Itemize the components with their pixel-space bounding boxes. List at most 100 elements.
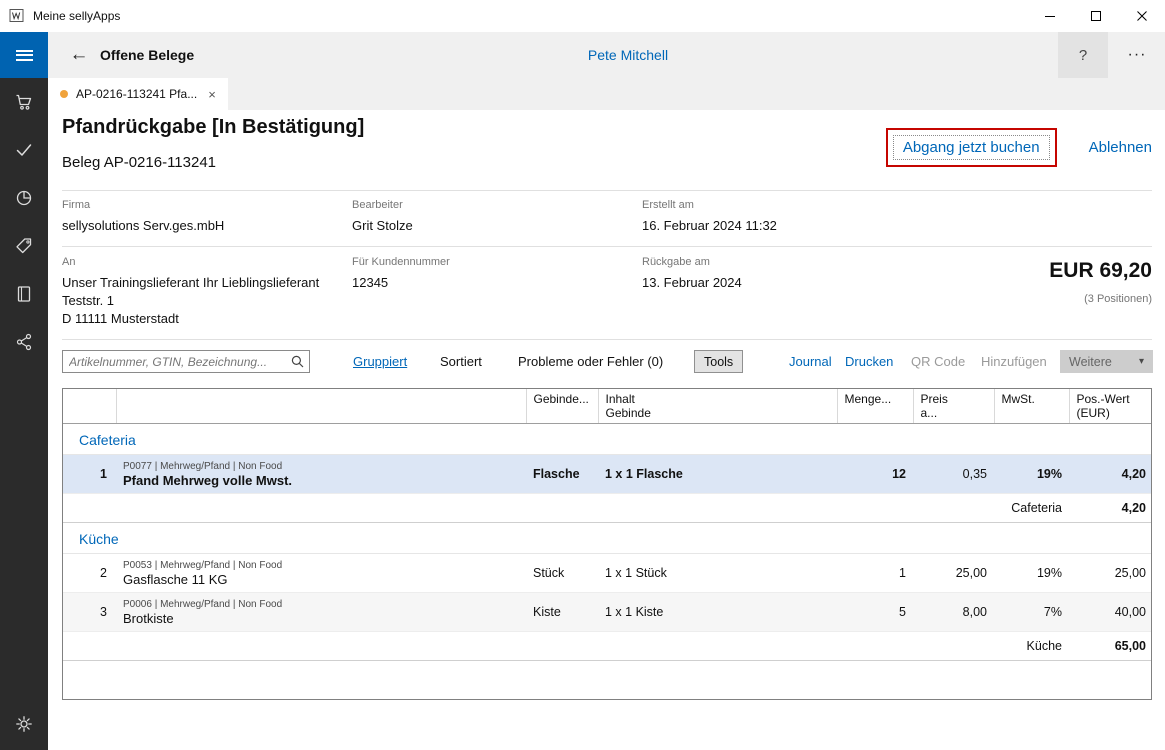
erstellt-label: Erstellt am: [642, 199, 694, 211]
gebinde-cell: Kiste: [526, 593, 598, 632]
divider: [62, 190, 1152, 191]
maximize-icon: [1091, 11, 1101, 21]
firma-value: sellysolutions Serv.ges.mbH: [62, 218, 224, 233]
divider: [62, 339, 1152, 340]
journal-link[interactable]: Journal: [789, 350, 832, 373]
kundennummer-value: 12345: [352, 275, 388, 290]
article-cell: P0053 | Mehrweg/Pfand | Non Food Gasflas…: [116, 554, 526, 593]
preis-cell: 0,35: [913, 455, 994, 494]
book-disposal-link[interactable]: Abgang jetzt buchen: [893, 135, 1050, 160]
sidebar-item-reports[interactable]: [0, 174, 48, 222]
gruppiert-link[interactable]: Gruppiert: [353, 350, 407, 373]
subtotal-row-kueche: Küche 65,00: [63, 632, 1152, 661]
positions-table: Gebinde... InhaltGebinde Menge... Preisa…: [62, 388, 1152, 700]
sidebar-item-journal[interactable]: [0, 270, 48, 318]
tab-label: AP-0216-113241 Pfa...: [76, 87, 197, 101]
unsaved-dot-icon: [60, 90, 68, 98]
bearbeiter-value: Grit Stolze: [352, 218, 413, 233]
probleme-link[interactable]: Probleme oder Fehler (0): [518, 350, 663, 373]
reject-link[interactable]: Ablehnen: [1089, 139, 1152, 156]
sidebar-item-tasks[interactable]: [0, 126, 48, 174]
drucken-link[interactable]: Drucken: [845, 350, 893, 373]
article-meta: P0077 | Mehrweg/Pfand | Non Food: [123, 461, 519, 472]
tab-document[interactable]: AP-0216-113241 Pfa... ×: [48, 78, 228, 110]
bearbeiter-label: Bearbeiter: [352, 199, 403, 211]
minimize-icon: [1045, 16, 1055, 17]
address-line: D 11111 Musterstadt: [62, 310, 319, 328]
article-name: Brotkiste: [123, 611, 519, 626]
app-header: ← Offene Belege Pete Mitchell ? ···: [48, 32, 1165, 78]
wert-cell: 40,00: [1069, 593, 1152, 632]
inhalt-cell: 1 x 1 Kiste: [598, 593, 837, 632]
subtotal-label: Cafeteria: [994, 494, 1069, 523]
row-number-cell: 2: [63, 554, 116, 593]
col-mwst[interactable]: MwSt.: [994, 389, 1069, 424]
kundennummer-label: Für Kundennummer: [352, 256, 450, 268]
hamburger-icon: [16, 50, 33, 61]
group-header-cafeteria[interactable]: Cafeteria: [63, 424, 1152, 455]
search-icon[interactable]: [285, 355, 309, 368]
mwst-cell: 19%: [994, 455, 1069, 494]
group-header-kueche[interactable]: Küche: [63, 523, 1152, 554]
mwst-cell: 7%: [994, 593, 1069, 632]
sidebar-item-settings[interactable]: [0, 700, 48, 748]
titlebar: Meine sellyApps: [0, 0, 1165, 32]
maximize-button[interactable]: [1073, 0, 1119, 32]
rueckgabe-label: Rückgabe am: [642, 256, 710, 268]
article-name: Gasflasche 11 KG: [123, 572, 519, 587]
more-button[interactable]: ···: [1111, 32, 1163, 78]
tools-button[interactable]: Tools: [694, 350, 743, 373]
col-preis[interactable]: Preisa...: [913, 389, 994, 424]
sidebar-item-articles[interactable]: [0, 222, 48, 270]
share-icon: [14, 332, 34, 352]
firma-label: Firma: [62, 199, 90, 211]
cart-icon: [14, 92, 34, 112]
tag-icon: [14, 236, 34, 256]
rueckgabe-value: 13. Februar 2024: [642, 275, 742, 290]
col-wert[interactable]: Pos.-Wert(EUR): [1069, 389, 1152, 424]
col-inhalt[interactable]: InhaltGebinde: [598, 389, 837, 424]
preis-cell: 25,00: [913, 554, 994, 593]
menu-button[interactable]: [0, 32, 48, 78]
divider: [62, 246, 1152, 247]
table-row-1[interactable]: 1 P0077 | Mehrweg/Pfand | Non Food Pfand…: [63, 455, 1152, 494]
article-cell: P0077 | Mehrweg/Pfand | Non Food Pfand M…: [116, 455, 526, 494]
minimize-button[interactable]: [1027, 0, 1073, 32]
highlight-box: Abgang jetzt buchen: [886, 128, 1057, 167]
article-search: [62, 350, 310, 373]
sidebar-item-share[interactable]: [0, 318, 48, 366]
article-cell: P0006 | Mehrweg/Pfand | Non Food Brotkis…: [116, 593, 526, 632]
help-button[interactable]: ?: [1058, 32, 1108, 78]
app-logo-icon: [9, 8, 25, 24]
subtotal-row-cafeteria: Cafeteria 4,20: [63, 494, 1152, 523]
gebinde-cell: Stück: [526, 554, 598, 593]
app-window: Meine sellyApps: [0, 0, 1165, 750]
row-number-cell: 1: [63, 455, 116, 494]
col-gebinde[interactable]: Gebinde...: [526, 389, 598, 424]
sidebar-item-cart[interactable]: [0, 78, 48, 126]
window-title: Meine sellyApps: [33, 9, 120, 23]
address-line: Teststr. 1: [62, 292, 319, 310]
weitere-dropdown[interactable]: Weitere ▾: [1060, 350, 1153, 373]
sortiert-link[interactable]: Sortiert: [440, 350, 482, 373]
col-menge[interactable]: Menge...: [837, 389, 913, 424]
article-meta: P0053 | Mehrweg/Pfand | Non Food: [123, 560, 519, 571]
tab-close-icon[interactable]: ×: [208, 87, 216, 102]
preis-cell: 8,00: [913, 593, 994, 632]
article-meta: P0006 | Mehrweg/Pfand | Non Food: [123, 599, 519, 610]
back-button[interactable]: ←: [62, 32, 96, 78]
document-actions: Abgang jetzt buchen Ablehnen: [886, 128, 1152, 167]
pie-chart-icon: [14, 188, 34, 208]
chevron-down-icon: ▾: [1139, 356, 1144, 367]
user-link[interactable]: Pete Mitchell: [588, 32, 668, 78]
hinzufuegen-link: Hinzufügen: [981, 350, 1047, 373]
menge-cell: 1: [837, 554, 913, 593]
table-row-3[interactable]: 3 P0006 | Mehrweg/Pfand | Non Food Brotk…: [63, 593, 1152, 632]
table-row-2[interactable]: 2 P0053 | Mehrweg/Pfand | Non Food Gasfl…: [63, 554, 1152, 593]
document-content: Pfandrückgabe [In Bestätigung] Beleg AP-…: [48, 110, 1165, 750]
close-button[interactable]: [1119, 0, 1165, 32]
subtotal-value: 4,20: [1069, 494, 1152, 523]
search-input[interactable]: [63, 355, 285, 369]
menge-cell: 12: [837, 455, 913, 494]
group-name: Cafeteria: [63, 424, 1152, 455]
